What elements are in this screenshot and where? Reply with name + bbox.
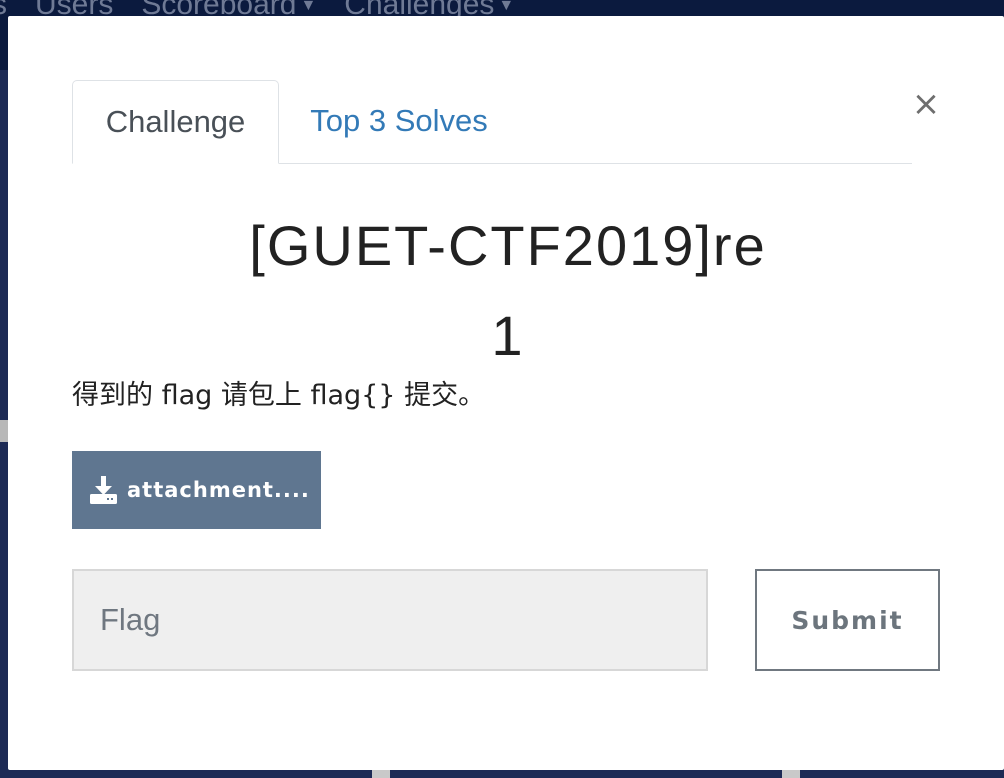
challenge-title-line2: 1 <box>491 304 525 367</box>
background-fragment <box>0 420 8 442</box>
challenge-description: 得到的 flag 请包上 flag{} 提交。 <box>72 380 486 411</box>
background-fragment <box>782 769 800 778</box>
challenge-modal: × Challenge Top 3 Solves [GUET-CTF2019]r… <box>8 16 1004 770</box>
nav-item-partial[interactable]: s <box>0 0 7 22</box>
caret-down-icon: ▼ <box>300 0 317 15</box>
modal-tabs: Challenge Top 3 Solves <box>72 80 912 164</box>
challenge-title: [GUET-CTF2019]re 1 <box>72 201 944 381</box>
background-fragment <box>372 769 390 778</box>
attachment-download-button[interactable]: attachment.... <box>72 451 321 529</box>
challenge-title-line1: [GUET-CTF2019]re <box>249 214 767 277</box>
tab-top-solves[interactable]: Top 3 Solves <box>279 80 519 162</box>
attachment-label: attachment.... <box>127 478 310 502</box>
submit-button[interactable]: Submit <box>755 569 940 671</box>
close-button[interactable]: × <box>910 86 942 122</box>
tab-challenge[interactable]: Challenge <box>72 80 279 164</box>
caret-down-icon: ▼ <box>498 0 515 15</box>
flag-input[interactable] <box>72 569 708 671</box>
download-icon <box>90 476 117 504</box>
